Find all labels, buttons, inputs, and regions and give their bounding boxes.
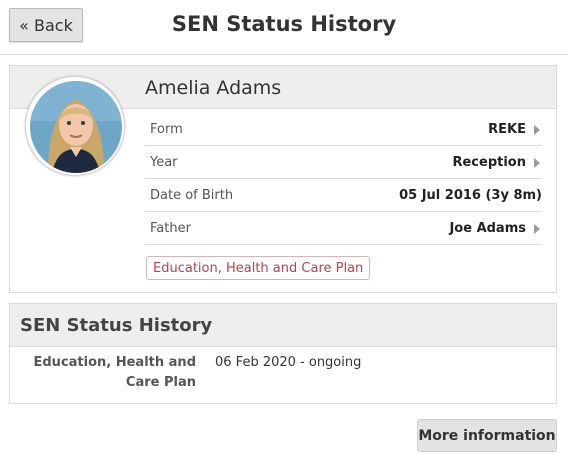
page-title: SEN Status History xyxy=(171,12,397,36)
year-row[interactable]: Year Reception xyxy=(145,146,542,179)
dob-value: 05 Jul 2016 (3y 8m) xyxy=(399,188,542,203)
student-profile-card: Amelia Adams Form REKE Year Reception Da… xyxy=(9,65,557,293)
year-label: Year xyxy=(150,155,178,170)
father-value: Joe Adams xyxy=(449,221,526,236)
avatar xyxy=(25,76,125,176)
chevron-right-icon xyxy=(534,224,540,234)
year-value: Reception xyxy=(452,155,526,170)
form-row[interactable]: Form REKE xyxy=(145,113,542,146)
form-value: REKE xyxy=(488,122,526,137)
history-title: SEN Status History xyxy=(20,315,213,336)
chevron-right-icon xyxy=(534,125,540,135)
father-row[interactable]: Father Joe Adams xyxy=(145,212,542,245)
student-name: Amelia Adams xyxy=(145,77,282,99)
father-label: Father xyxy=(150,221,191,236)
history-entry-period: 06 Feb 2020 - ongoing xyxy=(215,355,362,370)
dob-label: Date of Birth xyxy=(150,188,234,203)
sen-history-card: SEN Status History Education, Health and… xyxy=(9,303,557,404)
form-label: Form xyxy=(150,122,183,137)
history-header: SEN Status History xyxy=(10,304,556,347)
chevron-right-icon xyxy=(534,158,540,168)
more-information-button[interactable]: More information xyxy=(417,419,557,452)
sen-status-badge[interactable]: Education, Health and Care Plan xyxy=(146,256,371,280)
dob-row: Date of Birth 05 Jul 2016 (3y 8m) xyxy=(145,179,542,212)
student-photo-icon xyxy=(30,81,122,173)
top-bar: « Back SEN Status History xyxy=(0,0,568,55)
history-entry-type: Education, Health and Care Plan xyxy=(33,355,197,390)
